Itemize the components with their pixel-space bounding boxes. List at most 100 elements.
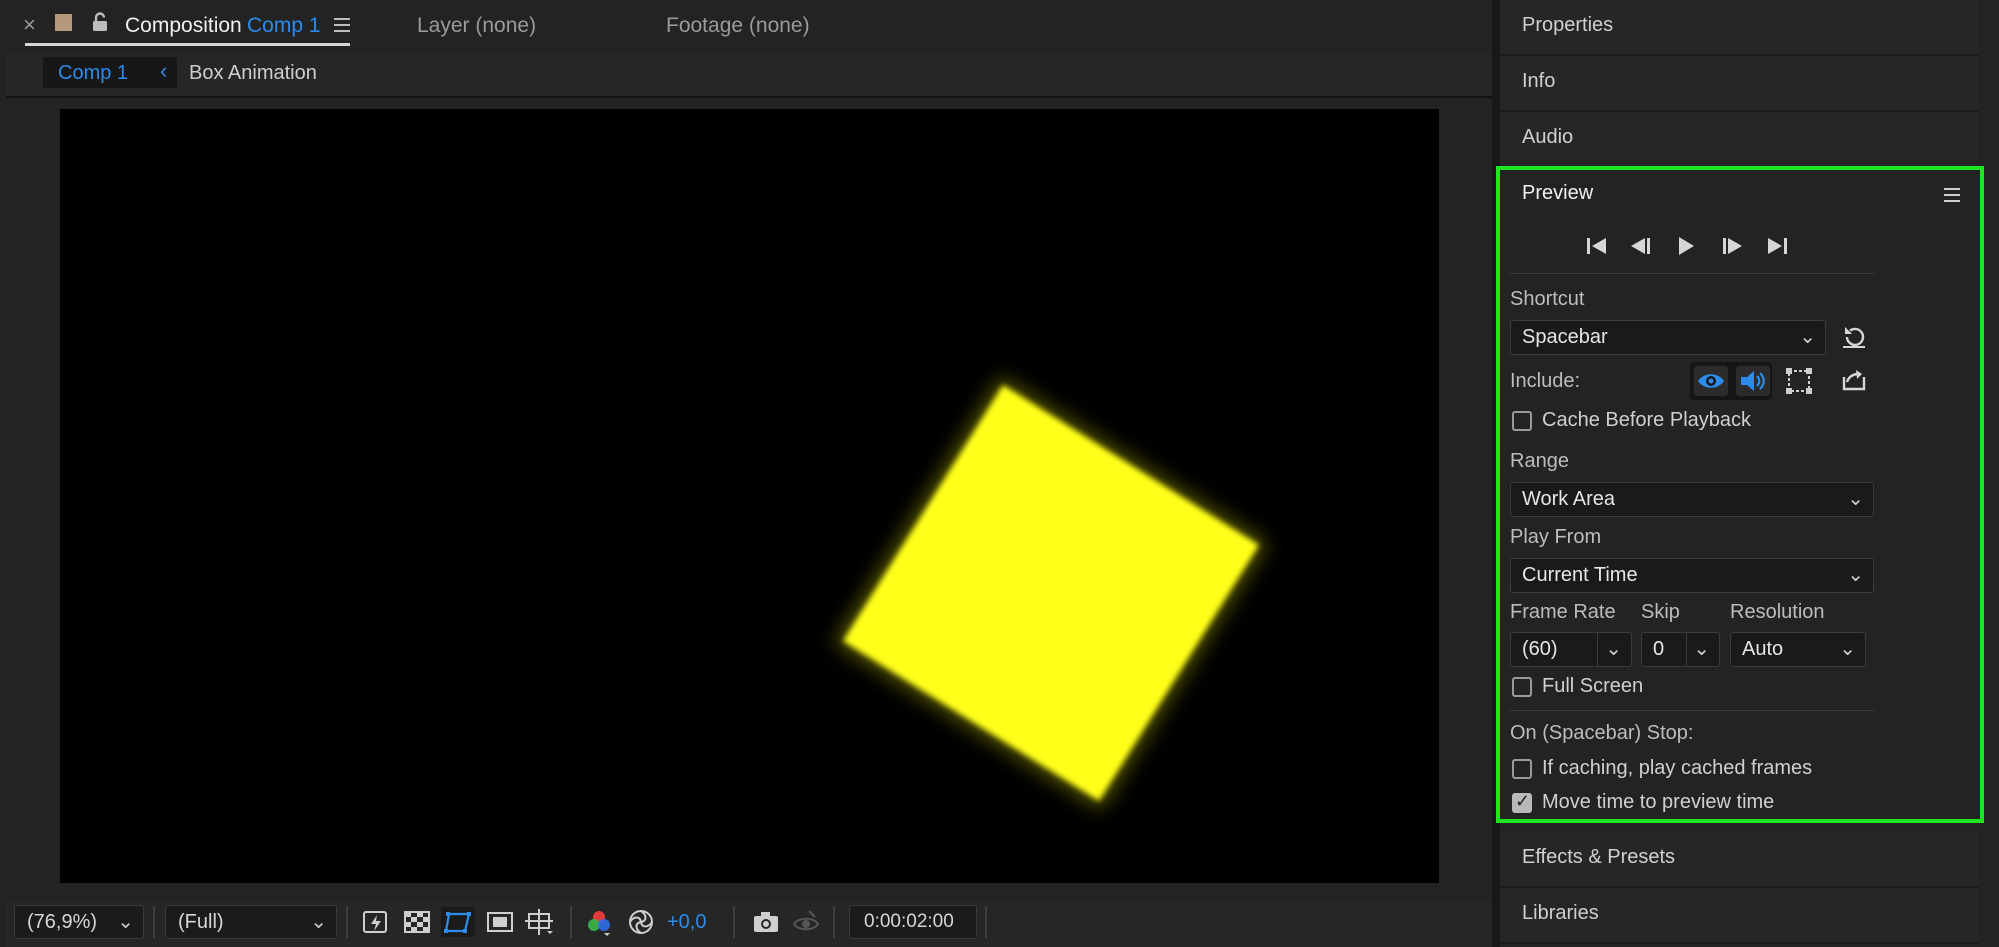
full-screen-checkbox[interactable]	[1512, 677, 1532, 697]
range-value: Work Area	[1522, 488, 1615, 510]
resolution-value: (Full)	[178, 911, 224, 933]
divider	[1510, 710, 1875, 711]
comp-color-swatch-icon	[55, 14, 72, 31]
camera-snapshot-icon[interactable]	[751, 907, 781, 937]
export-icon[interactable]	[1841, 368, 1867, 392]
toolbar-separator	[833, 906, 835, 938]
range-dropdown[interactable]: Work Area ⌄	[1510, 482, 1874, 517]
breadcrumb-current[interactable]: Comp 1 ‹	[43, 57, 177, 88]
skip-dropdown[interactable]: 0 ⌄	[1641, 632, 1720, 667]
resolution-value: Auto	[1742, 638, 1784, 660]
preview-panel-menu-icon[interactable]	[1944, 188, 1960, 203]
shortcut-label: Shortcut	[1510, 288, 1585, 310]
color-management-icon[interactable]	[626, 907, 656, 937]
move-time-label: Move time to preview time	[1542, 791, 1775, 813]
libraries-panel-title: Libraries	[1522, 902, 1599, 924]
chevron-down-icon: ⌄	[310, 911, 327, 933]
mask-path-visibility-icon[interactable]	[441, 907, 475, 937]
skip-value: 0	[1653, 638, 1665, 660]
chevron-down-icon: ⌄	[1799, 326, 1816, 348]
play-from-label: Play From	[1510, 526, 1602, 548]
show-snapshot-icon[interactable]	[791, 907, 821, 937]
divider	[1686, 633, 1687, 666]
shortcut-dropdown[interactable]: Spacebar ⌄	[1510, 320, 1826, 355]
toolbar-separator	[985, 906, 987, 938]
region-of-interest-icon[interactable]	[485, 907, 515, 937]
effects-presets-panel-header[interactable]: Effects & Presets	[1500, 832, 1978, 888]
exposure-value[interactable]: +0,0	[667, 911, 706, 934]
skip-label: Skip	[1641, 601, 1680, 623]
toolbar-separator	[733, 906, 735, 938]
active-tab-indicator	[25, 43, 350, 46]
frame-rate-value: (60)	[1522, 638, 1558, 660]
libraries-panel-header[interactable]: Libraries	[1500, 888, 1978, 944]
panel-tab-bar: × Composition Comp 1 Layer (none) Footag…	[0, 0, 1492, 52]
transparency-grid-icon[interactable]	[402, 907, 432, 937]
last-frame-icon[interactable]	[1765, 235, 1789, 257]
play-icon[interactable]	[1676, 235, 1696, 257]
reset-icon[interactable]	[1841, 325, 1867, 349]
play-from-value: Current Time	[1522, 564, 1638, 586]
on-stop-label: On (Spacebar) Stop:	[1510, 722, 1694, 744]
breadcrumb-arrow-icon: ‹	[160, 58, 168, 83]
toolbar-separator	[346, 906, 348, 938]
full-screen-label: Full Screen	[1542, 675, 1644, 697]
chevron-down-icon: ⌄	[117, 911, 134, 933]
chevron-down-icon: ⌄	[1847, 564, 1864, 586]
frame-rate-dropdown[interactable]: (60) ⌄	[1510, 632, 1632, 667]
panel-menu-icon[interactable]	[334, 18, 350, 33]
range-label: Range	[1510, 450, 1569, 472]
composition-canvas[interactable]	[60, 109, 1439, 883]
breadcrumb-current-label: Comp 1	[58, 62, 129, 84]
audio-panel-title: Audio	[1522, 126, 1574, 148]
info-panel-header[interactable]: Info	[1500, 56, 1978, 112]
composition-breadcrumb-bar: Comp 1 ‹ Box Animation	[6, 52, 1492, 96]
current-time-value: 0:00:02:00	[864, 911, 954, 932]
first-frame-icon[interactable]	[1585, 235, 1609, 257]
frame-rate-label: Frame Rate	[1510, 601, 1616, 623]
info-panel-title: Info	[1522, 70, 1556, 92]
magnification-dropdown[interactable]: (76,9%) ⌄	[14, 905, 144, 939]
composition-tab-name[interactable]: Comp 1	[247, 14, 321, 38]
channel-color-icon[interactable]	[584, 907, 614, 937]
if-caching-label: If caching, play cached frames	[1542, 757, 1813, 779]
composition-tab-label[interactable]: Composition	[125, 14, 242, 38]
resolution-label: Resolution	[1730, 601, 1825, 623]
toolbar-separator	[153, 906, 155, 938]
audio-panel-header[interactable]: Audio	[1500, 112, 1978, 168]
include-overlays-icon[interactable]	[1784, 366, 1814, 396]
previous-frame-icon[interactable]	[1629, 235, 1653, 257]
divider	[1510, 273, 1875, 274]
grid-guides-options-icon[interactable]	[525, 907, 555, 937]
play-from-dropdown[interactable]: Current Time ⌄	[1510, 558, 1874, 593]
divider	[1597, 633, 1598, 666]
resolution-dropdown[interactable]: Auto ⌄	[1730, 632, 1866, 667]
resolution-dropdown[interactable]: (Full) ⌄	[165, 905, 337, 939]
move-time-checkbox[interactable]	[1512, 791, 1532, 813]
if-caching-checkbox[interactable]	[1512, 759, 1532, 779]
preview-panel-title: Preview	[1522, 182, 1594, 204]
chevron-down-icon: ⌄	[1605, 638, 1622, 660]
lock-icon[interactable]	[91, 12, 109, 32]
shortcut-value: Spacebar	[1522, 326, 1608, 348]
include-audio-speaker-icon[interactable]	[1736, 366, 1770, 396]
cache-before-playback-checkbox[interactable]	[1512, 411, 1532, 431]
cache-before-playback-label: Cache Before Playback	[1542, 409, 1752, 431]
properties-panel-title: Properties	[1522, 14, 1614, 36]
current-time-field[interactable]: 0:00:02:00	[849, 905, 977, 939]
next-frame-icon[interactable]	[1720, 235, 1744, 257]
breadcrumb-parent[interactable]: Box Animation	[189, 62, 317, 85]
toolbar-separator	[570, 906, 572, 938]
layer-tab[interactable]: Layer (none)	[417, 14, 536, 38]
properties-panel-header[interactable]: Properties	[1500, 0, 1978, 56]
include-label: Include:	[1510, 370, 1581, 392]
footage-tab[interactable]: Footage (none)	[666, 14, 810, 38]
fast-previews-icon[interactable]	[361, 907, 391, 937]
chevron-down-icon: ⌄	[1693, 638, 1710, 660]
close-tab-icon[interactable]: ×	[23, 12, 36, 38]
chevron-down-icon: ⌄	[1847, 488, 1864, 510]
magnification-value: (76,9%)	[27, 911, 98, 933]
chevron-down-icon: ⌄	[1839, 638, 1856, 660]
yellow-square-layer[interactable]	[842, 384, 1260, 802]
include-video-eye-icon[interactable]	[1694, 366, 1728, 396]
